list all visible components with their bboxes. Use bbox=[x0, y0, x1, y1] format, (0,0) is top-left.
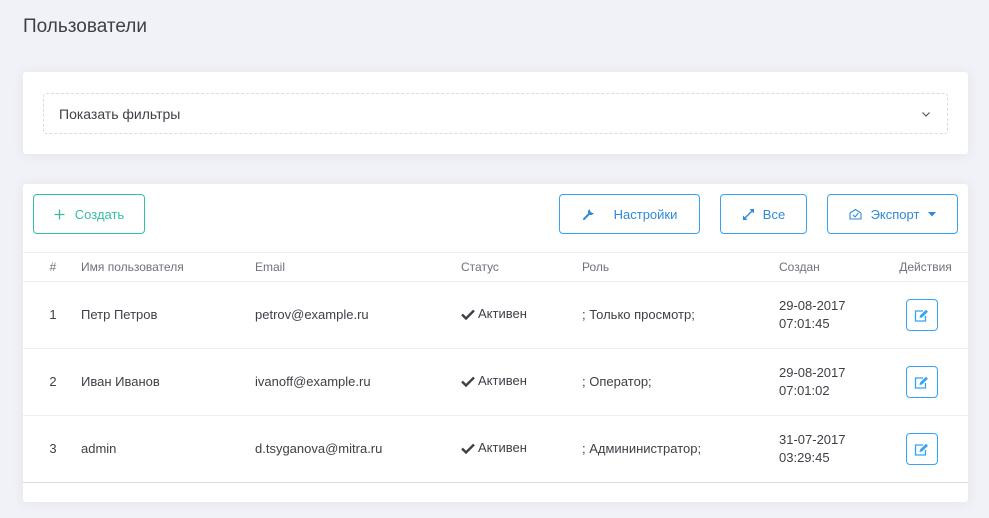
export-icon bbox=[849, 208, 862, 220]
edit-icon bbox=[914, 376, 929, 389]
users-table-card: Создать Настройки Все Экспорт # Имя поль… bbox=[23, 184, 968, 502]
wrench-icon bbox=[582, 207, 596, 221]
created-date: 31-07-2017 bbox=[779, 432, 846, 447]
created-time: 07:01:45 bbox=[779, 316, 830, 331]
caret-down-icon bbox=[928, 211, 937, 217]
settings-button[interactable]: Настройки bbox=[559, 194, 700, 234]
created-date: 29-08-2017 bbox=[779, 365, 846, 380]
page-title: Пользователи bbox=[23, 16, 148, 37]
row-actions bbox=[883, 416, 968, 483]
row-role: ; Оператор; bbox=[582, 374, 652, 389]
status-label: Активен bbox=[478, 373, 527, 389]
create-button-label: Создать bbox=[74, 206, 125, 222]
show-all-button[interactable]: Все bbox=[720, 194, 807, 234]
edit-icon bbox=[914, 443, 929, 456]
table-header-row: # Имя пользователя Email Статус Роль Соз… bbox=[23, 252, 968, 282]
edit-icon bbox=[914, 309, 929, 322]
settings-button-label: Настройки bbox=[613, 206, 678, 222]
row-username: Петр Петров bbox=[81, 307, 158, 322]
table-row: 2 Иван Иванов ivanoff@example.ru Активен… bbox=[23, 349, 968, 416]
expand-icon bbox=[742, 208, 755, 221]
header-num[interactable]: # bbox=[23, 253, 81, 282]
row-actions bbox=[883, 349, 968, 416]
row-role: ; Админинистратор; bbox=[582, 441, 702, 456]
show-filters-label: Показать фильтры bbox=[59, 105, 181, 122]
check-icon bbox=[461, 309, 475, 320]
created-time: 03:29:45 bbox=[779, 450, 830, 465]
create-button[interactable]: Создать bbox=[33, 194, 145, 234]
show-filters-toggle[interactable]: Показать фильтры bbox=[43, 93, 948, 134]
check-icon bbox=[461, 376, 475, 387]
check-icon bbox=[461, 443, 475, 454]
row-actions bbox=[883, 282, 968, 349]
row-role: ; Только просмотр; bbox=[582, 307, 695, 322]
row-email: d.tsyganova@mitra.ru bbox=[255, 441, 383, 456]
status-label: Активен bbox=[478, 440, 527, 456]
row-created: 31-07-2017 03:29:45 bbox=[779, 416, 883, 483]
row-email: ivanoff@example.ru bbox=[255, 374, 371, 389]
table-row: 3 admin d.tsyganova@mitra.ru Активен ; А… bbox=[23, 416, 968, 483]
row-username: admin bbox=[81, 441, 117, 456]
created-date: 29-08-2017 bbox=[779, 298, 846, 313]
header-role[interactable]: Роль bbox=[582, 253, 779, 282]
row-status: Активен bbox=[461, 349, 582, 416]
show-all-button-label: Все bbox=[762, 206, 786, 222]
header-status[interactable]: Статус bbox=[461, 253, 582, 282]
header-email[interactable]: Email bbox=[255, 253, 461, 282]
edit-button[interactable] bbox=[905, 433, 938, 465]
header-username[interactable]: Имя пользователя bbox=[81, 253, 255, 282]
edit-button[interactable] bbox=[905, 299, 938, 331]
export-button-label: Экспорт bbox=[870, 206, 920, 222]
row-num: 1 bbox=[49, 307, 57, 322]
row-created: 29-08-2017 07:01:45 bbox=[779, 282, 883, 349]
plus-icon bbox=[54, 209, 65, 220]
export-button[interactable]: Экспорт bbox=[827, 194, 958, 234]
chevron-down-icon bbox=[921, 109, 931, 119]
users-table: # Имя пользователя Email Статус Роль Соз… bbox=[23, 252, 968, 483]
row-status: Активен bbox=[461, 282, 582, 349]
filter-panel: Показать фильтры bbox=[23, 72, 968, 154]
header-actions: Действия bbox=[899, 260, 952, 274]
status-label: Активен bbox=[478, 306, 527, 322]
table-row: 1 Петр Петров petrov@example.ru Активен … bbox=[23, 282, 968, 349]
created-time: 07:01:02 bbox=[779, 383, 830, 398]
row-num: 2 bbox=[49, 374, 57, 389]
row-email: petrov@example.ru bbox=[255, 307, 369, 322]
row-created: 29-08-2017 07:01:02 bbox=[779, 349, 883, 416]
row-status: Активен bbox=[461, 416, 582, 483]
row-num: 3 bbox=[49, 441, 57, 456]
edit-button[interactable] bbox=[905, 366, 938, 398]
row-username: Иван Иванов bbox=[81, 374, 160, 389]
header-created[interactable]: Создан bbox=[779, 253, 883, 282]
